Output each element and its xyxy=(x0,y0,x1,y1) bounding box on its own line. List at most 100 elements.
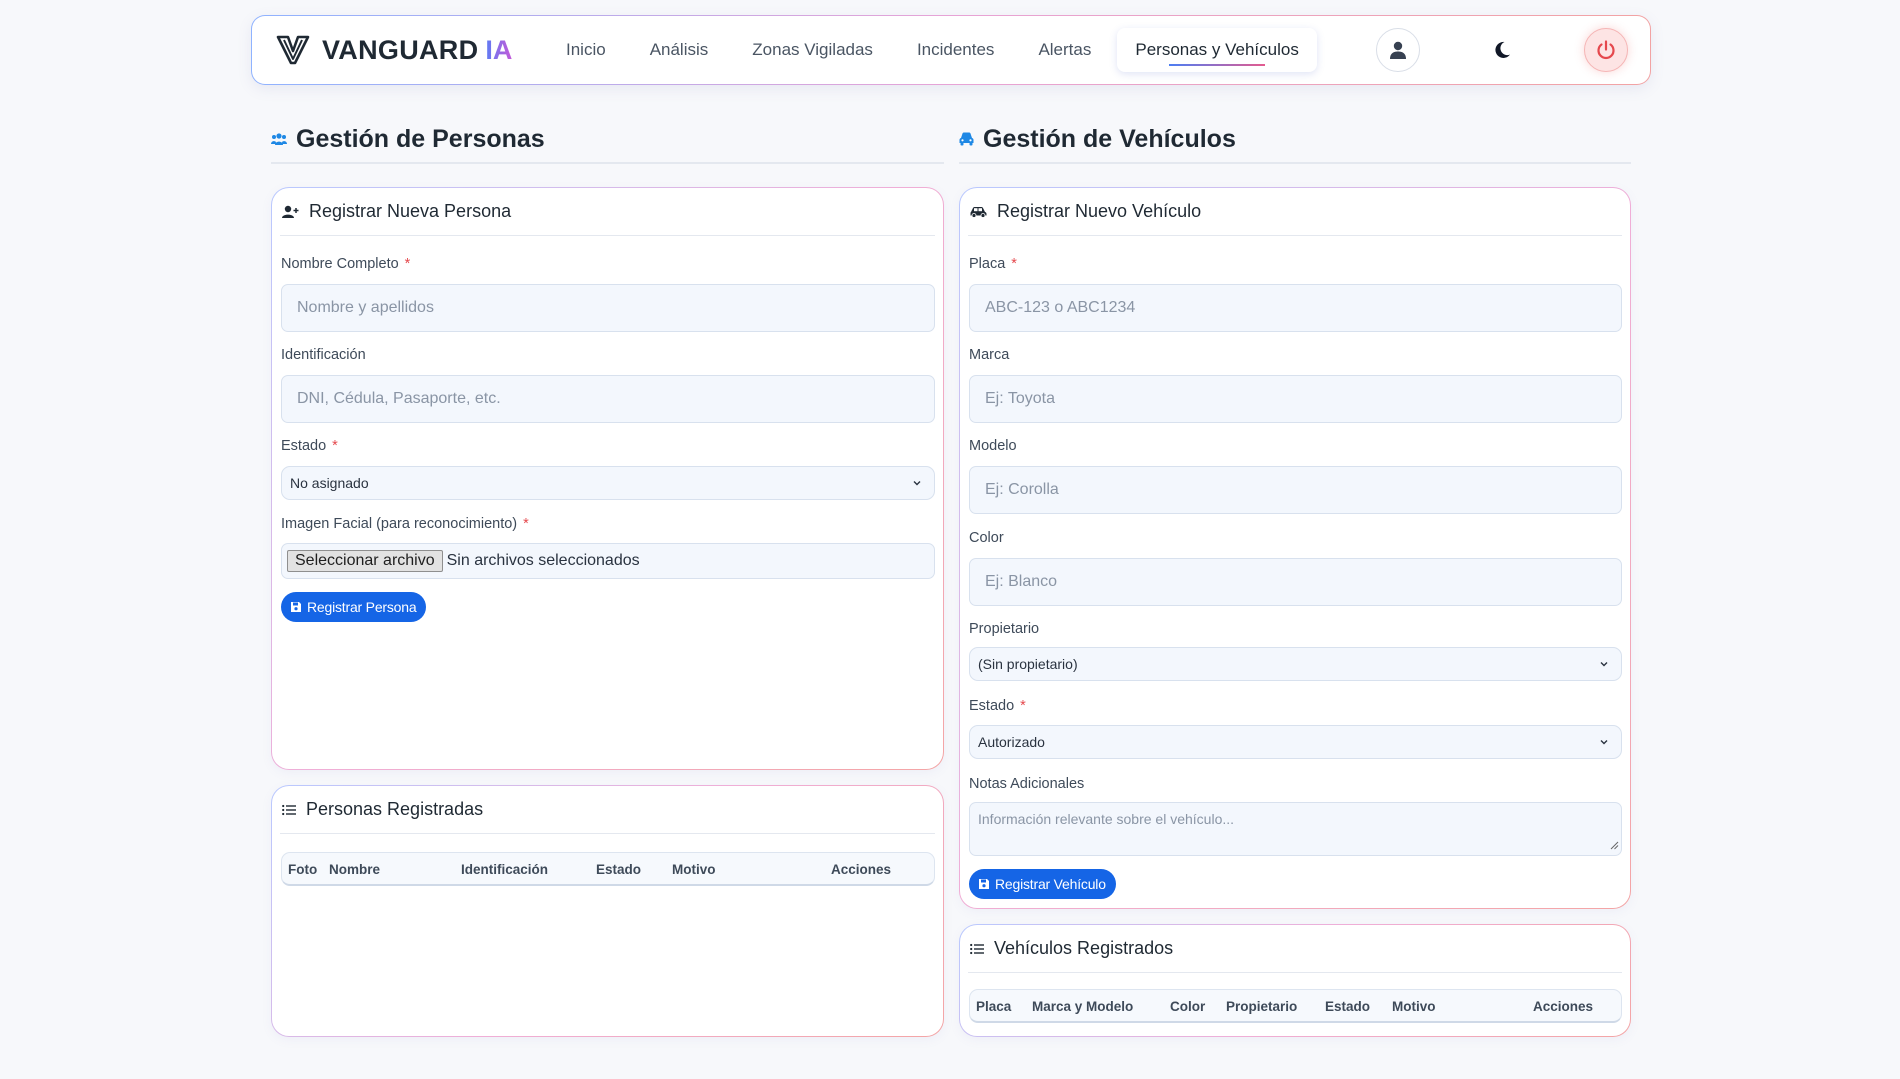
modelo-label: Modelo xyxy=(969,438,1017,454)
identificacion-input[interactable]: DNI, Cédula, Pasaporte, etc. xyxy=(281,375,935,423)
color-input[interactable]: Ej: Blanco xyxy=(969,558,1622,606)
brand-name: VANGUARD xyxy=(322,34,479,65)
required-mark: * xyxy=(332,438,338,454)
nav-incidentes[interactable]: Incidentes xyxy=(895,28,1017,72)
file-status: Sin archivos seleccionados xyxy=(446,552,640,569)
estado-vehiculo-value: Autorizado xyxy=(978,734,1045,750)
estado-persona-label: Estado * xyxy=(281,438,338,454)
notas-label: Notas Adicionales xyxy=(969,776,1085,792)
nombre-input[interactable]: Nombre y apellidos xyxy=(281,284,935,332)
notas-textarea[interactable]: Información relevante sobre el vehículo.… xyxy=(969,802,1622,856)
marca-input[interactable]: Ej: Toyota xyxy=(969,375,1622,423)
select-file-button[interactable]: Seleccionar archivo xyxy=(287,550,443,572)
identificacion-placeholder: DNI, Cédula, Pasaporte, etc. xyxy=(297,390,501,407)
register-person-button[interactable]: Registrar Persona xyxy=(281,592,427,622)
column-header[interactable]: Marca y Modelo xyxy=(1032,999,1133,1014)
brand[interactable]: VANGUARD IA xyxy=(276,33,544,67)
propietario-select[interactable]: (Sin propietario) xyxy=(969,647,1622,681)
placa-input[interactable]: ABC-123 o ABC1234 xyxy=(969,284,1622,332)
nav-inicio[interactable]: Inicio xyxy=(544,28,628,72)
list-icon xyxy=(970,943,984,955)
register-person-header: Registrar Nueva Persona xyxy=(280,188,935,236)
nav-alertas[interactable]: Alertas xyxy=(1016,28,1113,72)
required-mark: * xyxy=(1020,698,1026,714)
resize-handle-icon[interactable] xyxy=(1610,837,1619,853)
v-shield-logo-icon xyxy=(276,35,310,65)
vehiculos-section-title: Gestión de Vehículos xyxy=(959,116,1631,164)
marca-label: Marca xyxy=(969,347,1010,363)
registered-persons-header: Personas Registradas xyxy=(280,786,935,834)
column-header[interactable]: Acciones xyxy=(831,862,891,877)
chevron-down-icon xyxy=(912,476,922,490)
identificacion-label: Identificación xyxy=(281,347,366,363)
column-header[interactable]: Identificación xyxy=(461,862,548,877)
register-person-label: Registrar Persona xyxy=(307,599,417,615)
estado-persona-select[interactable]: No asignado xyxy=(281,466,935,500)
persons-table-header: Foto Nombre Identificación Estado Motivo… xyxy=(281,852,935,886)
notas-placeholder: Información relevante sobre el vehículo.… xyxy=(978,811,1235,827)
column-header[interactable]: Acciones xyxy=(1533,999,1593,1014)
list-icon xyxy=(282,804,296,816)
modelo-placeholder: Ej: Corolla xyxy=(985,481,1059,498)
vehicles-table-header: Placa Marca y Modelo Color Propietario E… xyxy=(969,989,1622,1023)
color-label: Color xyxy=(969,530,1004,546)
modelo-input[interactable]: Ej: Corolla xyxy=(969,466,1622,514)
imagen-facial-file-input[interactable]: Seleccionar archivo Sin archivos selecci… xyxy=(281,543,935,579)
register-vehicle-button[interactable]: Registrar Vehículo xyxy=(969,869,1116,899)
imagen-facial-label: Imagen Facial (para reconocimiento) * xyxy=(281,516,529,532)
color-placeholder: Ej: Blanco xyxy=(985,573,1058,590)
registered-persons-title: Personas Registradas xyxy=(306,799,484,819)
save-icon xyxy=(290,601,302,613)
registered-persons-card: Personas Registradas Foto Nombre Identif… xyxy=(271,785,944,1037)
placa-label: Placa * xyxy=(969,256,1017,272)
required-mark: * xyxy=(404,256,411,272)
nav-analisis[interactable]: Análisis xyxy=(628,28,731,72)
top-navbar: VANGUARD IA Inicio Análisis Zonas Vigila… xyxy=(251,15,1651,85)
register-vehicle-label: Registrar Vehículo xyxy=(995,876,1106,892)
power-icon xyxy=(1597,40,1615,60)
moon-icon xyxy=(1495,41,1510,58)
column-header[interactable]: Placa xyxy=(976,999,1011,1014)
column-header[interactable]: Nombre xyxy=(329,862,380,877)
required-mark: * xyxy=(523,516,529,532)
column-header[interactable]: Estado xyxy=(1325,999,1370,1014)
theme-toggle-button[interactable] xyxy=(1480,28,1524,72)
nav-zonas-vigiladas[interactable]: Zonas Vigiladas xyxy=(730,28,895,72)
propietario-value: (Sin propietario) xyxy=(978,656,1078,672)
registered-vehicles-header: Vehículos Registrados xyxy=(968,925,1622,973)
column-header[interactable]: Color xyxy=(1170,999,1205,1014)
personas-section-title: Gestión de Personas xyxy=(271,116,944,164)
personas-section-title-text: Gestión de Personas xyxy=(296,124,545,153)
registered-vehicles-title: Vehículos Registrados xyxy=(994,938,1174,958)
chevron-down-icon xyxy=(1599,657,1609,671)
column-header[interactable]: Foto xyxy=(288,862,317,877)
nombre-placeholder: Nombre y apellidos xyxy=(297,299,434,316)
vehiculos-section-title-text: Gestión de Vehículos xyxy=(983,124,1236,153)
column-header[interactable]: Motivo xyxy=(1392,999,1436,1014)
brand-suffix: IA xyxy=(485,34,513,65)
estado-vehiculo-select[interactable]: Autorizado xyxy=(969,725,1622,759)
registered-vehicles-card: Vehículos Registrados Placa Marca y Mode… xyxy=(959,924,1631,1037)
nombre-label: Nombre Completo * xyxy=(281,256,411,272)
register-vehicle-header: Registrar Nuevo Vehículo xyxy=(968,188,1622,236)
logout-button[interactable] xyxy=(1584,28,1628,72)
nav-icon-group xyxy=(1376,16,1650,84)
column-header[interactable]: Propietario xyxy=(1226,999,1297,1014)
nav-personas-vehiculos[interactable]: Personas y Vehículos xyxy=(1117,28,1317,72)
register-person-card: Registrar Nueva Persona Nombre Completo *… xyxy=(271,187,944,770)
column-header[interactable]: Estado xyxy=(596,862,641,877)
nav-links: Inicio Análisis Zonas Vigiladas Incident… xyxy=(544,16,1317,84)
column-header[interactable]: Motivo xyxy=(672,862,716,877)
estado-vehiculo-label: Estado * xyxy=(969,698,1026,714)
user-profile-button[interactable] xyxy=(1376,28,1420,72)
placa-placeholder: ABC-123 o ABC1234 xyxy=(985,299,1136,316)
estado-persona-value: No asignado xyxy=(290,475,369,491)
marca-placeholder: Ej: Toyota xyxy=(985,390,1055,407)
users-icon xyxy=(271,132,287,146)
propietario-label: Propietario xyxy=(969,621,1040,637)
register-person-title: Registrar Nueva Persona xyxy=(309,201,512,221)
register-vehicle-card: Registrar Nuevo Vehículo Placa * ABC-123 … xyxy=(959,187,1631,909)
save-icon xyxy=(978,878,990,890)
chevron-down-icon xyxy=(1599,735,1609,749)
car-side-icon xyxy=(970,206,987,218)
